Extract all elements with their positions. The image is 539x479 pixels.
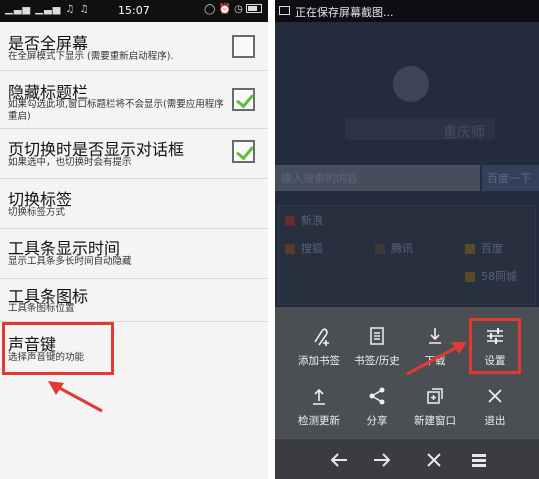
- image-icon: [279, 6, 290, 15]
- signal-icons: ▁▃▅ ▁▃▅ ♫ ♫: [5, 4, 90, 15]
- menu-label: 分享: [366, 415, 388, 427]
- setting-toolbar-icon[interactable]: 工具条图标 工具条图标位置: [0, 279, 268, 321]
- menu-label: 添加书签: [298, 355, 340, 367]
- notification-text: 正在保存屏幕截图...: [295, 6, 394, 19]
- new-window-icon: [427, 388, 443, 404]
- status-bar: ▁▃▅ ▁▃▅ ♫ ♫ 15:07 ◯ ⏰ ◷: [0, 0, 268, 22]
- menu-bookmarks-history[interactable]: 书签/历史: [345, 325, 409, 368]
- baidu-icon: [465, 244, 475, 254]
- close-icon: [488, 389, 502, 403]
- page-switch-dialog-checkbox[interactable]: [232, 140, 255, 163]
- setting-subtitle: 切换标签方式: [8, 207, 66, 218]
- status-right-icons: ◯ ⏰ ◷: [204, 4, 262, 15]
- list-document-icon: [370, 327, 384, 345]
- site-nav-panel: 新浪 搜狐 腾讯 百度 58同城: [278, 205, 536, 305]
- paperclip-add-icon: [314, 328, 329, 346]
- hide-titlebar-checkbox[interactable]: [232, 88, 255, 111]
- sina-icon: [285, 216, 295, 226]
- battery-icon: [246, 4, 262, 13]
- nav-link-sohu[interactable]: 搜狐: [301, 240, 323, 256]
- close-icon[interactable]: [424, 451, 444, 469]
- share-icon: [369, 387, 385, 405]
- left-phone-settings-screen: ▁▃▅ ▁▃▅ ♫ ♫ 15:07 ◯ ⏰ ◷ 是否全屏幕 在全屏模式下显示 (…: [0, 0, 268, 479]
- menu-add-bookmark[interactable]: 添加书签: [287, 325, 351, 368]
- setting-subtitle: 在全屏模式下显示 (需要重新启动程序).: [8, 51, 174, 62]
- setting-toolbar-display-time[interactable]: 工具条显示时间 显示工具条多长时间自动隐藏: [0, 229, 268, 277]
- setting-subtitle: 显示工具条多长时间自动隐藏: [8, 256, 132, 267]
- globe-icon: [393, 66, 429, 102]
- menu-label: 检测更新: [298, 415, 340, 427]
- nav-link-58[interactable]: 58同城: [481, 268, 517, 284]
- fullscreen-checkbox[interactable]: [232, 35, 255, 58]
- highlight-box-volume-key: [2, 322, 114, 375]
- setting-switch-tabs[interactable]: 切换标签 切换标签方式: [0, 179, 268, 227]
- setting-page-switch-dialog[interactable]: 页切换时是否显示对话框 如果选中，也切换时会有提示: [0, 129, 268, 177]
- menu-label: 新建窗口: [414, 415, 456, 427]
- nav-link-baidu[interactable]: 百度: [481, 240, 503, 256]
- setting-subtitle: 如果选中，也切换时会有提示: [8, 157, 132, 168]
- menu-check-update[interactable]: 检测更新: [287, 385, 351, 428]
- setting-fullscreen[interactable]: 是否全屏幕 在全屏模式下显示 (需要重新启动程序).: [0, 22, 268, 68]
- annotation-arrow-icon: [406, 342, 467, 376]
- 58-icon: [465, 272, 475, 282]
- logo-text: 重庆师: [443, 125, 485, 141]
- menu-label: 书签/历史: [354, 355, 400, 367]
- nav-link-tencent[interactable]: 腾讯: [391, 240, 413, 256]
- back-arrow-icon[interactable]: [329, 451, 349, 469]
- menu-icon[interactable]: [469, 451, 489, 469]
- status-time: 15:07: [118, 4, 150, 17]
- right-phone-browser-menu-screen: 正在保存屏幕截图... 重庆师 输入搜索的内容 百度一下 新浪 搜狐 腾讯 百度…: [275, 0, 539, 479]
- setting-hide-titlebar[interactable]: 隐藏标题栏 如果勾选此项,窗口标题栏将不会显示(需要应用程序重启): [0, 71, 268, 127]
- setting-subtitle: 工具条图标位置: [8, 303, 75, 314]
- menu-label: 退出: [484, 415, 506, 427]
- notification-bar: 正在保存屏幕截图...: [275, 0, 539, 22]
- search-placeholder: 输入搜索的内容: [281, 172, 358, 185]
- menu-new-window[interactable]: 新建窗口: [403, 385, 467, 428]
- search-button-label: 百度一下: [487, 172, 531, 185]
- dimmed-browser-page: 重庆师 输入搜索的内容 百度一下 新浪 搜狐 腾讯 百度 58同城: [275, 22, 539, 307]
- browser-bottom-toolbar: [275, 438, 539, 479]
- setting-subtitle: 如果勾选此项,窗口标题栏将不会显示(需要应用程序重启): [8, 99, 224, 122]
- menu-exit[interactable]: 退出: [463, 385, 527, 428]
- upload-icon: [313, 388, 325, 405]
- highlight-box-settings: [469, 318, 521, 374]
- annotation-arrow-icon: [48, 381, 103, 413]
- menu-share[interactable]: 分享: [345, 385, 409, 428]
- nav-link-sina[interactable]: 新浪: [301, 212, 323, 228]
- sohu-icon: [285, 244, 295, 254]
- tencent-icon: [375, 244, 385, 254]
- forward-arrow-icon[interactable]: [372, 451, 392, 469]
